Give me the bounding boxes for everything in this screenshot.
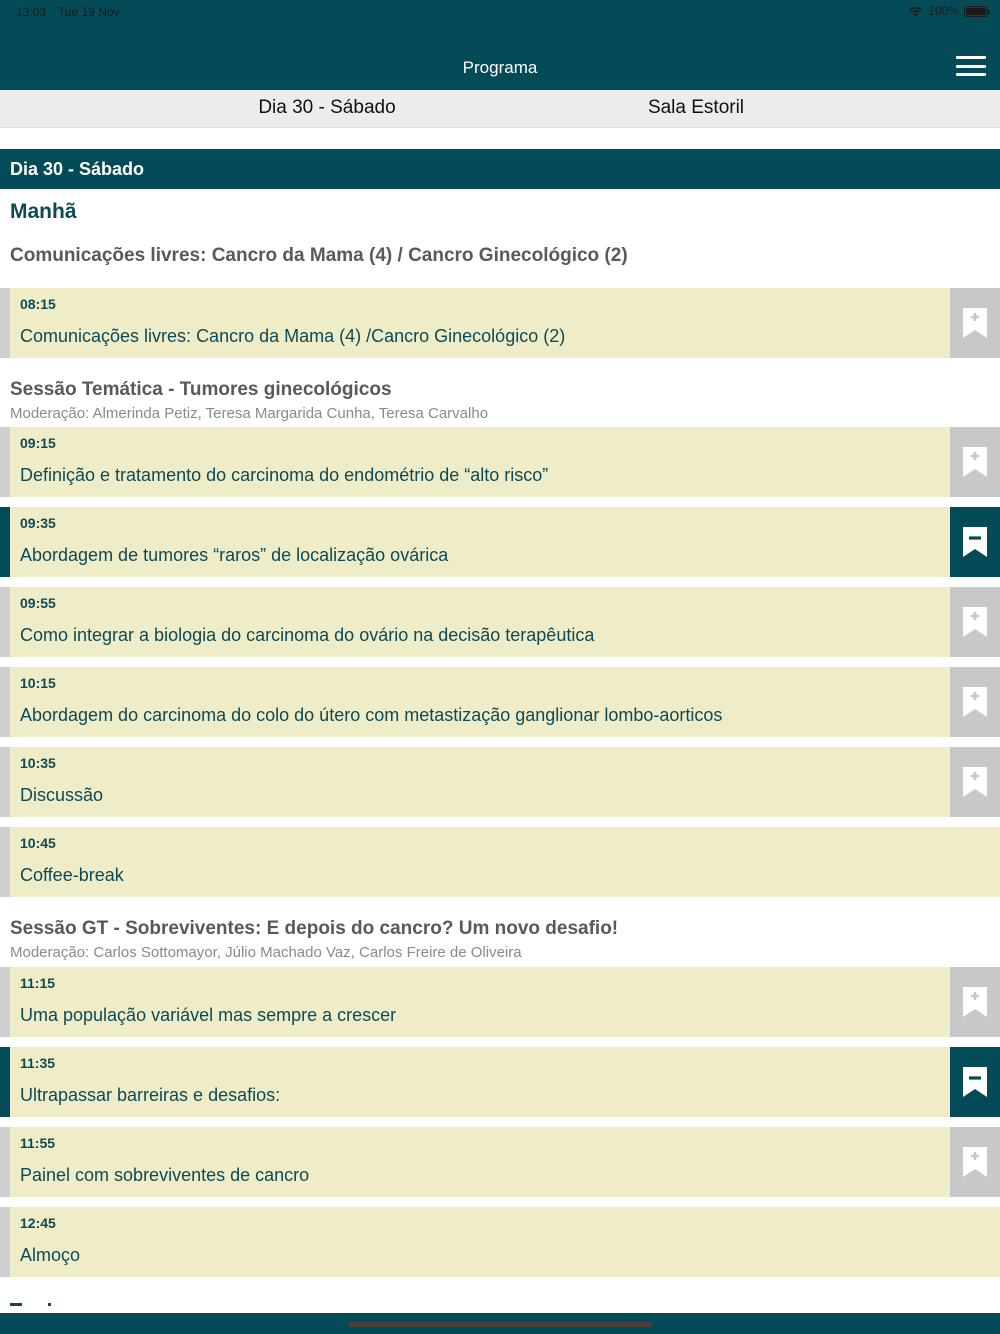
bookmark-add-icon	[963, 1147, 987, 1177]
item-time: 11:55	[20, 1135, 56, 1151]
item-time: 09:15	[20, 435, 56, 451]
filter-bar: Dia 30 - Sábado Sala Estoril	[0, 90, 1000, 128]
home-indicator[interactable]	[348, 1322, 653, 1327]
clipped-heading	[10, 1300, 51, 1306]
item-time: 10:15	[20, 675, 56, 691]
item-indicator	[0, 427, 10, 497]
program-item[interactable]: 11:55 Painel com sobreviventes de cancro	[0, 1127, 1000, 1197]
item-title: Como integrar a biologia do carcinoma do…	[20, 625, 595, 645]
bookmark-add-button[interactable]	[950, 1127, 1000, 1197]
program-item[interactable]: 08:15 Comunicações livres: Cancro da Mam…	[0, 288, 1000, 358]
item-indicator	[0, 967, 10, 1037]
item-indicator	[0, 1207, 10, 1277]
item-indicator	[0, 587, 10, 657]
wifi-icon	[909, 6, 923, 16]
bookmark-remove-button[interactable]	[950, 1047, 1000, 1117]
bookmark-add-icon	[963, 308, 987, 338]
bookmark-add-button[interactable]	[950, 967, 1000, 1037]
day-section-header: Dia 30 - Sábado	[0, 149, 1000, 189]
bookmark-remove-icon	[963, 527, 987, 557]
item-indicator	[0, 1047, 10, 1117]
bookmark-add-icon	[963, 767, 987, 797]
item-time: 10:45	[20, 835, 56, 851]
item-title: Abordagem de tumores “raros” de localiza…	[20, 545, 449, 565]
battery-percent: 100%	[928, 4, 959, 18]
session-title: Sessão GT - Sobreviventes: E depois do c…	[10, 918, 619, 939]
item-indicator	[0, 827, 10, 897]
item-indicator	[0, 288, 10, 358]
session-moderation: Moderação: Almerinda Petiz, Teresa Marga…	[10, 405, 489, 422]
bookmark-remove-button[interactable]	[950, 507, 1000, 577]
bookmark-add-button[interactable]	[950, 587, 1000, 657]
item-indicator	[0, 747, 10, 817]
item-indicator	[0, 507, 10, 577]
status-indicators: 100%	[908, 4, 990, 18]
item-title: Coffee-break	[20, 865, 124, 885]
item-time: 08:15	[20, 296, 56, 312]
program-item[interactable]: 09:15 Definição e tratamento do carcinom…	[0, 427, 1000, 497]
battery-icon	[964, 5, 990, 17]
program-item[interactable]: 10:45 Coffee-break	[0, 827, 1000, 897]
program-item[interactable]: 09:35 Abordagem de tumores “raros” de lo…	[0, 507, 1000, 577]
item-time: 09:55	[20, 595, 56, 611]
item-title: Uma população variável mas sempre a cres…	[20, 1005, 397, 1025]
item-title: Painel com sobreviventes de cancro	[20, 1165, 310, 1185]
session-title: Comunicações livres: Cancro da Mama (4) …	[10, 245, 628, 266]
item-title: Definição e tratamento do carcinoma do e…	[20, 465, 549, 485]
item-title: Comunicações livres: Cancro da Mama (4) …	[20, 326, 566, 346]
program-item[interactable]: 09:55 Como integrar a biologia do carcin…	[0, 587, 1000, 657]
app-header: 13:03 Tue 19 Nov 100% Programa	[0, 0, 1000, 90]
program-item[interactable]: 11:35 Ultrapassar barreiras e desafios:	[0, 1047, 1000, 1117]
program-item[interactable]: 10:35 Discussão	[0, 747, 1000, 817]
page-title: Programa	[462, 58, 538, 77]
bookmark-add-button[interactable]	[950, 288, 1000, 358]
session-moderation: Moderação: Carlos Sottomayor, Júlio Mach…	[10, 944, 522, 961]
bookmark-remove-icon	[963, 1067, 987, 1097]
room-filter[interactable]: Sala Estoril	[550, 97, 842, 119]
bookmark-add-icon	[963, 607, 987, 637]
item-time: 10:35	[20, 755, 56, 771]
item-title: Abordagem do carcinoma do colo do útero …	[20, 705, 723, 725]
period-heading: Manhã	[10, 200, 77, 223]
program-item[interactable]: 10:15 Abordagem do carcinoma do colo do …	[0, 667, 1000, 737]
program-item[interactable]: 11:15 Uma população variável mas sempre …	[0, 967, 1000, 1037]
bookmark-add-button[interactable]	[950, 667, 1000, 737]
bookmark-add-icon	[963, 447, 987, 477]
program-item[interactable]: 12:45 Almoço	[0, 1207, 1000, 1277]
item-time: 11:35	[20, 1055, 56, 1071]
item-title: Discussão	[20, 785, 104, 805]
item-time: 12:45	[20, 1215, 56, 1231]
session-title: Sessão Temática - Tumores ginecológicos	[10, 379, 392, 400]
bookmark-add-button[interactable]	[950, 427, 1000, 497]
item-title: Ultrapassar barreiras e desafios:	[20, 1085, 281, 1105]
status-time: 13:03	[16, 5, 47, 19]
item-indicator	[0, 667, 10, 737]
status-date: Tue 19 Nov	[58, 5, 120, 19]
item-time: 11:15	[20, 975, 56, 991]
bookmark-add-icon	[963, 987, 987, 1017]
bookmark-add-icon	[963, 687, 987, 717]
hamburger-menu-icon[interactable]	[956, 54, 986, 78]
item-time: 09:35	[20, 515, 56, 531]
item-indicator	[0, 1127, 10, 1197]
item-title: Almoço	[20, 1245, 81, 1265]
bookmark-add-button[interactable]	[950, 747, 1000, 817]
